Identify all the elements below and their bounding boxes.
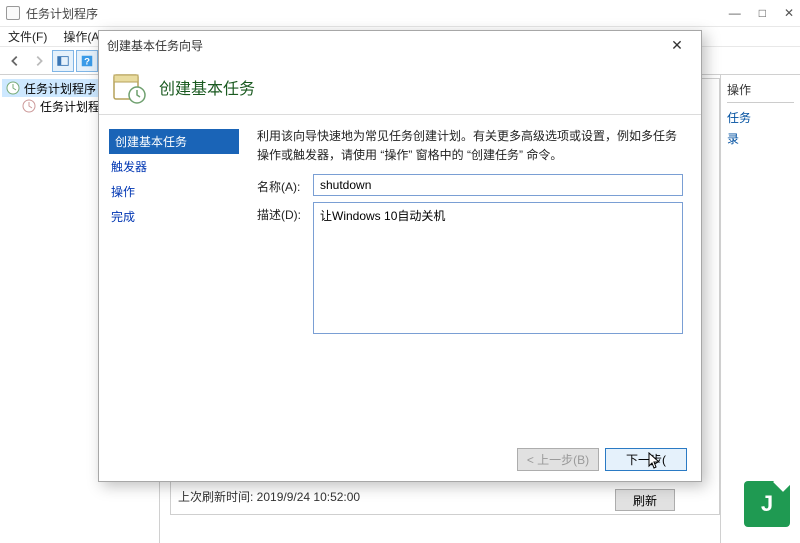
watermark-badge: J [728, 473, 800, 533]
actions-header: 操作 [727, 81, 794, 103]
svg-text:?: ? [84, 56, 90, 67]
toolbar-forward-button[interactable] [28, 50, 50, 72]
actions-item-1[interactable]: 任务 [727, 107, 794, 128]
toolbar-help-button[interactable]: ? [76, 50, 98, 72]
description-label: 描述(D): [257, 202, 313, 223]
wizard-header-title: 创建基本任务 [159, 75, 255, 99]
wizard-footer: < 上一步(B) 下一步( [99, 437, 701, 481]
bg-minimize-button[interactable]: — [729, 6, 741, 20]
name-label: 名称(A): [257, 174, 313, 195]
last-refresh-label: 上次刷新时间: 2019/9/24 10:52:00 [178, 488, 360, 505]
wizard-title-text: 创建基本任务向导 [107, 37, 203, 54]
bg-title-text: 任务计划程序 [26, 5, 98, 22]
app-icon [6, 6, 20, 20]
toolbar-back-button[interactable] [4, 50, 26, 72]
back-button: < 上一步(B) [517, 448, 599, 471]
next-button[interactable]: 下一步( [605, 448, 687, 471]
status-prefix: 上次刷新时间: [178, 490, 257, 504]
wizard-description: 利用该向导快速地为常见任务创建计划。有关更多高级选项或设置，例如多任务操作或触发… [257, 127, 683, 164]
wizard-header: 创建基本任务 [99, 59, 701, 115]
bg-titlebar: 任务计划程序 — □ ✕ [0, 0, 800, 27]
task-description-textarea[interactable] [313, 202, 683, 334]
next-button-label: 下一步( [626, 451, 666, 468]
folder-clock-icon [22, 99, 36, 113]
wizard-titlebar: 创建基本任务向导 ✕ [99, 31, 701, 59]
step-action[interactable]: 操作 [109, 179, 239, 204]
arrow-right-icon [32, 54, 46, 68]
menu-file[interactable]: 文件(F) [8, 28, 47, 45]
task-name-input[interactable] [313, 174, 683, 196]
actions-item-2[interactable]: 录 [727, 128, 794, 149]
clock-icon [6, 81, 20, 95]
bg-close-button[interactable]: ✕ [784, 6, 794, 20]
bg-maximize-button[interactable]: □ [759, 6, 766, 20]
step-trigger[interactable]: 触发器 [109, 154, 239, 179]
step-finish[interactable]: 完成 [109, 204, 239, 229]
calendar-clock-icon [111, 69, 147, 105]
status-time: 2019/9/24 10:52:00 [257, 490, 360, 504]
help-icon: ? [80, 54, 94, 68]
wizard-content: 利用该向导快速地为常见任务创建计划。有关更多高级选项或设置，例如多任务操作或触发… [249, 115, 701, 437]
refresh-button[interactable]: 刷新 [615, 489, 675, 511]
wizard-steps: 创建基本任务 触发器 操作 完成 [99, 115, 249, 437]
wizard-close-button[interactable]: ✕ [661, 37, 693, 54]
panel-icon [56, 54, 70, 68]
toolbar-panel-button[interactable] [52, 50, 74, 72]
arrow-left-icon [8, 54, 22, 68]
create-basic-task-wizard: 创建基本任务向导 ✕ 创建基本任务 创建基本任务 触发器 操作 完成 利用该向导… [98, 30, 702, 482]
step-create-basic-task[interactable]: 创建基本任务 [109, 129, 239, 154]
